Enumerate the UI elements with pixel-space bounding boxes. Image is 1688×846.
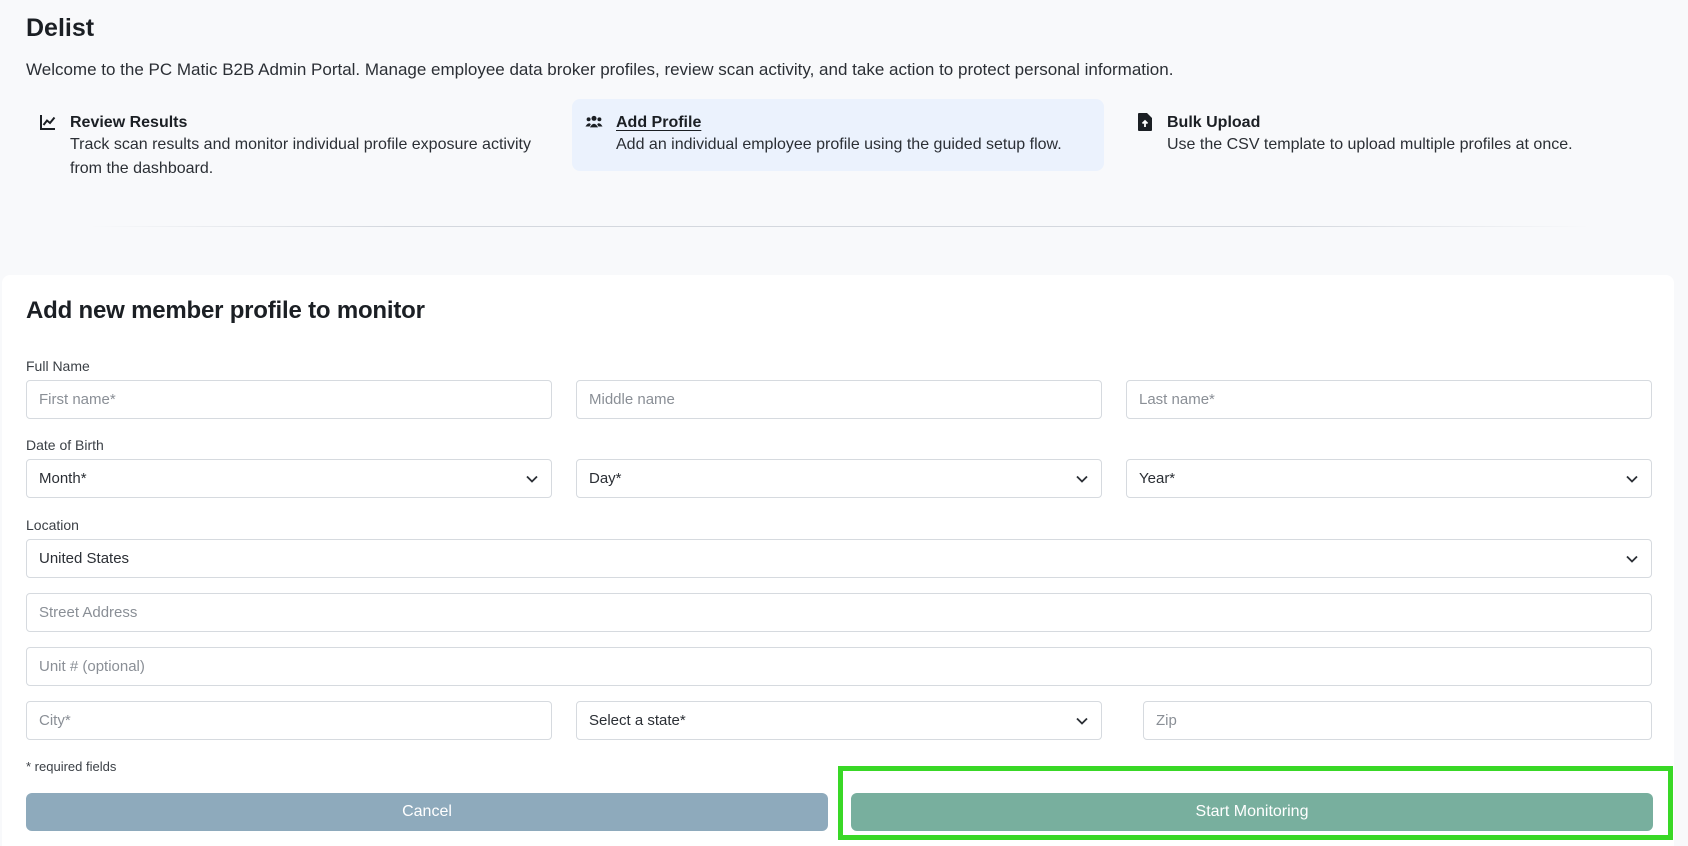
day-select-value: Day* bbox=[589, 470, 622, 487]
first-name-input[interactable] bbox=[26, 380, 552, 419]
users-icon bbox=[584, 113, 604, 133]
chevron-down-icon bbox=[1076, 717, 1088, 725]
form-title: Add new member profile to monitor bbox=[26, 297, 425, 324]
state-select[interactable]: Select a state* bbox=[576, 701, 1102, 740]
country-select[interactable]: United States bbox=[26, 539, 1652, 578]
month-select[interactable]: Month* bbox=[26, 459, 552, 498]
quick-link-desc: Add an individual employee profile using… bbox=[616, 136, 1062, 153]
dob-label: Date of Birth bbox=[26, 437, 104, 453]
quick-link-title: Bulk Upload bbox=[1167, 114, 1261, 131]
quick-link-add-profile[interactable]: Add Profile Add an individual employee p… bbox=[572, 99, 1104, 171]
chevron-down-icon bbox=[1626, 475, 1638, 483]
city-input[interactable] bbox=[26, 701, 552, 740]
required-fields-note: * required fields bbox=[26, 759, 117, 774]
state-select-value: Select a state* bbox=[589, 712, 686, 729]
cancel-button[interactable]: Cancel bbox=[26, 793, 828, 831]
section-divider bbox=[90, 226, 1590, 227]
chevron-down-icon bbox=[1626, 555, 1638, 563]
chevron-down-icon bbox=[526, 475, 538, 483]
year-select[interactable]: Year* bbox=[1126, 459, 1652, 498]
start-monitoring-button[interactable]: Start Monitoring bbox=[851, 793, 1653, 831]
day-select[interactable]: Day* bbox=[576, 459, 1102, 498]
quick-link-review-results[interactable]: Review Results Track scan results and mo… bbox=[26, 99, 566, 177]
last-name-input[interactable] bbox=[1126, 380, 1652, 419]
street-address-input[interactable] bbox=[26, 593, 1652, 632]
file-upload-icon bbox=[1135, 113, 1155, 133]
quick-link-title: Review Results bbox=[70, 114, 188, 131]
quick-link-desc: Use the CSV template to upload multiple … bbox=[1167, 136, 1573, 153]
app-title: Delist bbox=[26, 14, 95, 42]
full-name-label: Full Name bbox=[26, 358, 90, 374]
middle-name-input[interactable] bbox=[576, 380, 1102, 419]
quick-link-bulk-upload[interactable]: Bulk Upload Use the CSV template to uplo… bbox=[1123, 99, 1663, 171]
month-select-value: Month* bbox=[39, 470, 87, 487]
unit-input[interactable] bbox=[26, 647, 1652, 686]
location-label: Location bbox=[26, 517, 79, 533]
quick-link-title: Add Profile bbox=[616, 114, 702, 131]
welcome-text: Welcome to the PC Matic B2B Admin Portal… bbox=[26, 60, 1174, 79]
country-select-value: United States bbox=[39, 550, 130, 567]
chart-line-icon bbox=[38, 113, 58, 133]
year-select-value: Year* bbox=[1139, 470, 1176, 487]
quick-link-desc: Track scan results and monitor individua… bbox=[70, 136, 531, 177]
add-profile-form-card: Add new member profile to monitor Full N… bbox=[2, 275, 1674, 846]
chevron-down-icon bbox=[1076, 475, 1088, 483]
zip-input[interactable] bbox=[1143, 701, 1652, 740]
